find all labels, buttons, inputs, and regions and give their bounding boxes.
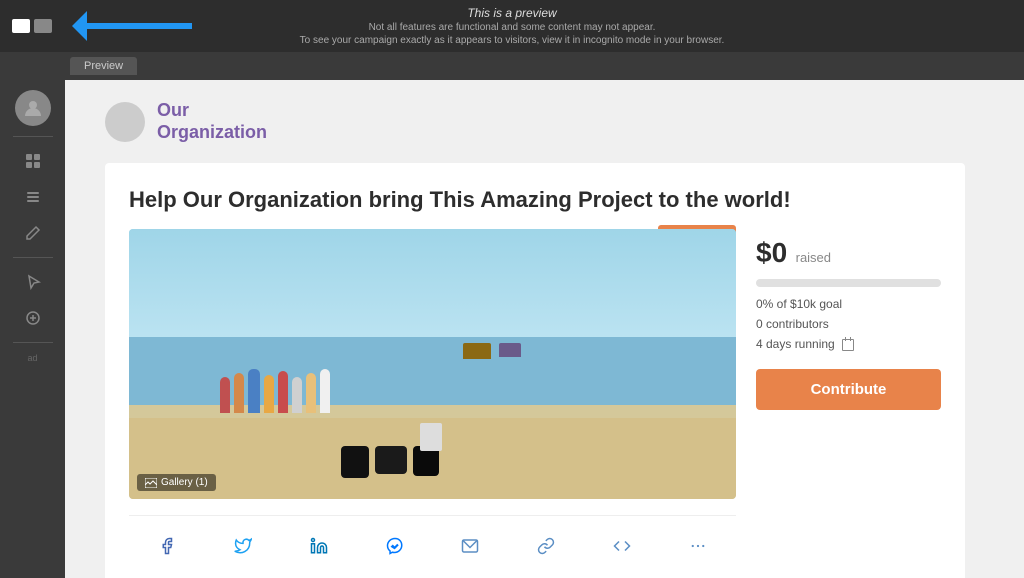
preview-subtitle: Not all features are functional and some…: [300, 22, 725, 33]
preview-banner: This is a preview Not all features are f…: [300, 6, 725, 46]
calendar-icon: [842, 339, 854, 351]
email-share-icon[interactable]: [454, 530, 486, 562]
top-bar: This is a preview Not all features are f…: [0, 0, 1024, 52]
left-sidebar: ad: [0, 80, 65, 578]
org-name: Our Organization: [157, 100, 267, 143]
raised-row: $0 raised: [756, 237, 941, 269]
sidebar-ad-label: ad: [27, 353, 37, 363]
main-layout: ad Our Organization Help Our Organizatio…: [0, 80, 1024, 578]
view-icons: [0, 19, 64, 33]
twitter-share-icon[interactable]: [227, 530, 259, 562]
object: [420, 423, 442, 451]
preview-tab[interactable]: Preview: [70, 57, 137, 75]
monitor-view-icon[interactable]: [34, 19, 52, 33]
boats: [463, 343, 521, 359]
sidebar-icon-edit[interactable]: [17, 219, 49, 247]
facebook-share-icon[interactable]: [151, 530, 183, 562]
contribute-button[interactable]: Contribute: [756, 369, 941, 410]
campaign-image-section: Subscribe: [129, 229, 736, 562]
embed-share-icon[interactable]: [606, 530, 638, 562]
progress-bar-container: [756, 279, 941, 287]
sidebar-divider-2: [13, 257, 53, 258]
sidebar-icon-add[interactable]: [17, 304, 49, 332]
sidebar-icon-grid[interactable]: [17, 147, 49, 175]
second-bar: Preview: [0, 52, 1024, 80]
goal-stat: 0% of $10k goal: [756, 297, 941, 311]
content-area: Our Organization Help Our Organization b…: [65, 80, 1024, 578]
people-group: [220, 369, 330, 413]
more-share-icon[interactable]: [682, 530, 714, 562]
raised-amount: $0: [756, 237, 787, 268]
contributors-stat: 0 contributors: [756, 317, 941, 331]
sidebar-divider-3: [13, 342, 53, 343]
grid-view-icon[interactable]: [12, 19, 30, 33]
share-bar: [129, 515, 736, 562]
gallery-badge[interactable]: Gallery (1): [137, 474, 216, 491]
campaign-card: Help Our Organization bring This Amazing…: [105, 163, 965, 578]
raised-label: raised: [796, 250, 831, 265]
top-bar-left: [0, 0, 192, 52]
avatar[interactable]: [15, 90, 51, 126]
sidebar-divider-1: [13, 136, 53, 137]
arrow-indicator: [72, 11, 192, 41]
preview-title: This is a preview: [300, 6, 725, 20]
link-share-icon[interactable]: [530, 530, 562, 562]
org-header: Our Organization: [105, 100, 994, 143]
campaign-body: Subscribe: [129, 229, 941, 562]
sidebar-icon-list[interactable]: [17, 183, 49, 211]
preview-note: To see your campaign exactly as it appea…: [300, 35, 725, 46]
sidebar-icon-cursor[interactable]: [17, 268, 49, 296]
messenger-share-icon[interactable]: [379, 530, 411, 562]
days-running-stat: 4 days running: [756, 337, 941, 351]
campaign-image: Gallery (1): [129, 229, 736, 499]
linkedin-share-icon[interactable]: [303, 530, 335, 562]
campaign-title: Help Our Organization bring This Amazing…: [129, 187, 941, 213]
org-logo: [105, 102, 145, 142]
campaign-stats: $0 raised 0% of $10k goal 0 contributors…: [756, 229, 941, 562]
